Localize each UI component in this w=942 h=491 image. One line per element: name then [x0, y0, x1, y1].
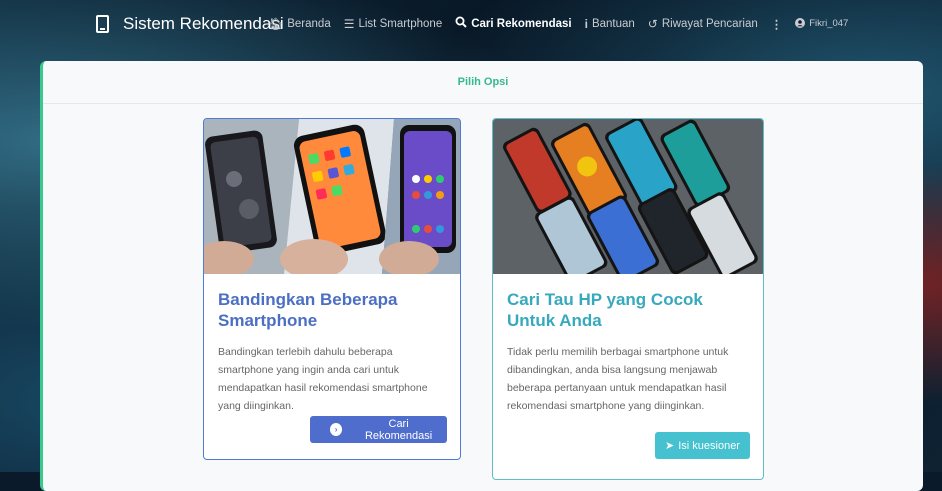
quiz-card-text: Tidak perlu memilih berbagai smartphone … [507, 346, 729, 412]
nav-item-beranda[interactable]: 🏠︎ Beranda [268, 17, 331, 31]
nav-item-cari-rekomendasi[interactable]: Cari Rekomendasi [455, 16, 572, 31]
hands-holding-phones-image [204, 119, 460, 274]
nav-menu: 🏠︎ Beranda ☰ List Smartphone Cari Rekome… [268, 16, 861, 31]
nav-label: Riwayat Pencarian [661, 17, 758, 30]
nav-label: Bantuan [591, 17, 635, 30]
isi-kuesioner-button[interactable]: ➤ Isi kuesioner [655, 432, 750, 459]
user-circle-icon [795, 17, 806, 31]
quiz-card-title: Cari Tau HP yang Cocok Untuk Anda [507, 290, 703, 330]
quiz-card: Cari Tau HP yang Cocok Untuk Anda Tidak … [492, 118, 764, 480]
top-navbar: Sistem Rekomendasi 🏠︎ Beranda ☰ List Sma… [0, 0, 942, 48]
chevron-circle-right-icon: › [330, 423, 343, 436]
button-label: Isi kuesioner [678, 439, 740, 452]
nav-label: Beranda [287, 17, 331, 30]
home-icon: 🏠︎ [268, 16, 284, 31]
username: Fikri_047 [809, 18, 849, 29]
nav-more-menu[interactable]: ⋮ [771, 17, 783, 31]
nav-item-riwayat-pencarian[interactable]: ↺ Riwayat Pencarian [648, 17, 758, 31]
search-icon [455, 16, 467, 31]
quiz-card-image [493, 119, 763, 274]
compare-card: Bandingkan Beberapa Smartphone Bandingka… [203, 118, 461, 460]
nav-item-bantuan[interactable]: i Bantuan [585, 17, 635, 31]
history-icon: ↺ [647, 16, 658, 31]
panel-header: Pilih Opsi [43, 61, 923, 104]
brand-title: Sistem Rekomendasi [123, 14, 284, 33]
vertical-dots-icon: ⋮ [770, 18, 783, 31]
cari-rekomendasi-button[interactable]: › Cari Rekomendasi [310, 416, 447, 443]
options-panel: Pilih Opsi Bandingkan Beberapa Smartphon… [40, 61, 923, 491]
paper-plane-icon: ➤ [665, 440, 675, 452]
mobile-phone-icon [96, 15, 109, 33]
phones-on-table-image [493, 119, 763, 274]
compare-card-image [204, 119, 460, 274]
button-label: Cari Rekomendasi [364, 417, 433, 442]
compare-card-text: Bandingkan terlebih dahulu beberapa smar… [218, 346, 428, 412]
nav-item-user[interactable]: Fikri_047 [795, 17, 848, 31]
brand[interactable]: Sistem Rekomendasi [96, 14, 284, 34]
nav-item-list-smartphone[interactable]: ☰ List Smartphone [344, 17, 443, 31]
panel-title: Pilih Opsi [457, 76, 509, 88]
nav-label: Cari Rekomendasi [471, 17, 572, 30]
list-icon: ☰ [343, 16, 355, 31]
info-icon: i [584, 16, 588, 31]
compare-card-title: Bandingkan Beberapa Smartphone [218, 290, 398, 330]
nav-label: List Smartphone [358, 17, 443, 30]
